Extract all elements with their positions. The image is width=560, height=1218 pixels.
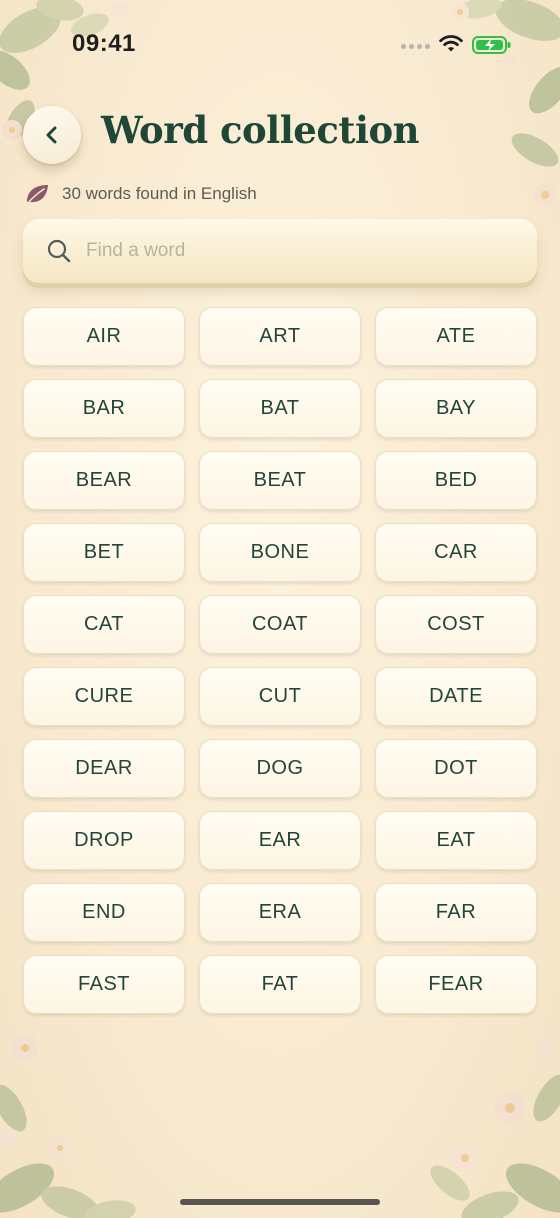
word-tile[interactable]: BAY: [375, 379, 537, 438]
status-bar: 09:41: [0, 0, 560, 90]
word-tile[interactable]: CURE: [23, 667, 185, 726]
floral-decoration-bottom-right: [430, 1038, 560, 1218]
word-tile[interactable]: CAR: [375, 523, 537, 582]
cellular-signal-icon: [401, 44, 430, 49]
word-tile[interactable]: BET: [23, 523, 185, 582]
word-tile[interactable]: DOG: [199, 739, 361, 798]
word-tile[interactable]: COAT: [199, 595, 361, 654]
word-tile[interactable]: DROP: [23, 811, 185, 870]
search-input[interactable]: [84, 239, 508, 263]
word-tile[interactable]: ART: [199, 307, 361, 366]
word-tile[interactable]: COST: [375, 595, 537, 654]
home-indicator[interactable]: [180, 1199, 380, 1205]
word-tile[interactable]: BAT: [199, 379, 361, 438]
floral-decoration-bottom-left: [0, 1034, 136, 1218]
page-title: Word collection: [101, 108, 420, 152]
word-tile[interactable]: ERA: [199, 883, 361, 942]
word-tile[interactable]: DOT: [375, 739, 537, 798]
word-tile[interactable]: FEAR: [375, 955, 537, 1014]
word-tile[interactable]: FAR: [375, 883, 537, 942]
word-count-text: 30 words found in English: [62, 184, 257, 203]
word-tile[interactable]: BONE: [199, 523, 361, 582]
word-tile[interactable]: BAR: [23, 379, 185, 438]
search-bar[interactable]: [23, 219, 537, 283]
word-tile[interactable]: DATE: [375, 667, 537, 726]
word-tile[interactable]: BEAT: [199, 451, 361, 510]
word-tile[interactable]: FAT: [199, 955, 361, 1014]
battery-charging-icon: [472, 36, 511, 54]
word-count-info: 30 words found in English: [24, 182, 257, 206]
word-tile[interactable]: END: [23, 883, 185, 942]
wifi-icon: [439, 35, 463, 52]
word-tile[interactable]: BEAR: [23, 451, 185, 510]
word-tile[interactable]: CUT: [199, 667, 361, 726]
word-grid: AIR ART ATE BAR BAT BAY BEAR BEAT BED BET BONE CAR C…: [23, 307, 537, 1014]
back-button[interactable]: [23, 106, 81, 164]
word-tile[interactable]: DEAR: [23, 739, 185, 798]
word-tile[interactable]: EAR: [199, 811, 361, 870]
leaf-icon: [27, 185, 48, 204]
app-screen: 09:41 Word collection 30 words found in …: [0, 0, 560, 1218]
word-tile[interactable]: BED: [375, 451, 537, 510]
word-tile[interactable]: AIR: [23, 307, 185, 366]
word-tile[interactable]: CAT: [23, 595, 185, 654]
chevron-left-icon: [46, 126, 57, 144]
word-tile[interactable]: FAST: [23, 955, 185, 1014]
search-icon: [47, 239, 71, 263]
word-tile[interactable]: ATE: [375, 307, 537, 366]
status-time: 09:41: [72, 30, 136, 57]
word-tile[interactable]: EAT: [375, 811, 537, 870]
